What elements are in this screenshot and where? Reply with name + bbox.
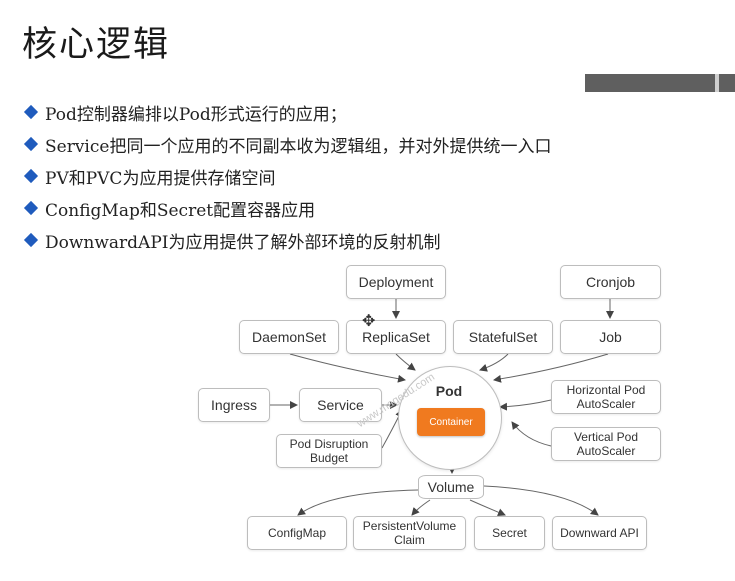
arrow-volume-secret	[469, 499, 506, 517]
daemonset-box: DaemonSet	[239, 320, 339, 354]
arrow-statefulset-pod	[479, 353, 509, 372]
downward-api-box: Downward API	[552, 516, 647, 550]
container-box: Container	[417, 408, 485, 436]
statefulset-box: StatefulSet	[453, 320, 553, 354]
arrow-replicaset-pod	[395, 353, 416, 371]
deployment-box: Deployment	[346, 265, 446, 299]
configmap-box: ConfigMap	[247, 516, 347, 550]
hpa-box: Horizontal Pod AutoScaler	[551, 380, 661, 414]
volume-box: Volume	[418, 475, 484, 499]
pvc-box: PersistentVolume Claim	[353, 516, 466, 550]
pdb-box: Pod Disruption Budget	[276, 434, 382, 468]
arrow-volume-pvc	[411, 499, 431, 516]
vpa-box: Vertical Pod AutoScaler	[551, 427, 661, 461]
arrow-volume-downward	[483, 485, 599, 516]
arrow-vpa-pod	[511, 421, 552, 447]
arrow-daemonset-pod	[289, 353, 406, 383]
replicaset-box: ReplicaSet	[346, 320, 446, 354]
move-cursor-icon: ✥	[362, 311, 376, 330]
ingress-box: Ingress	[198, 388, 270, 422]
secret-box: Secret	[474, 516, 545, 550]
arrow-job-pod	[493, 353, 609, 383]
arrow-hpa-pod	[499, 399, 552, 411]
arrow-volume-configmap	[297, 489, 419, 516]
job-box: Job	[560, 320, 661, 354]
cronjob-box: Cronjob	[560, 265, 661, 299]
